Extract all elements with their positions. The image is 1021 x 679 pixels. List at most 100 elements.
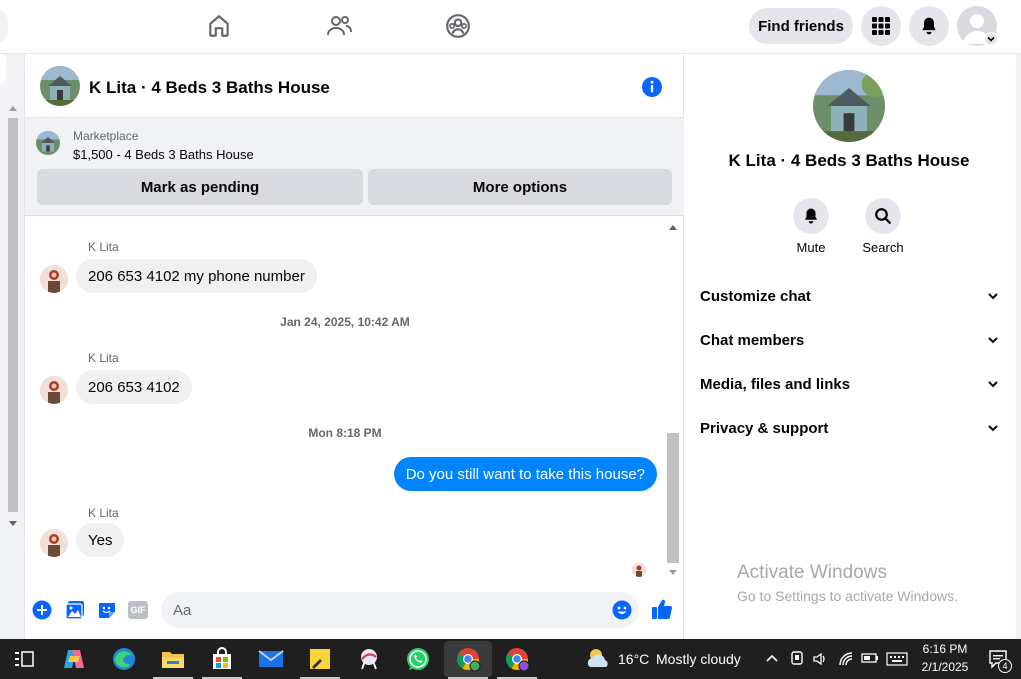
mark-as-pending-button[interactable]: Mark as pending bbox=[37, 169, 363, 205]
thumbs-up-icon bbox=[652, 599, 672, 619]
sent-message-bubble[interactable]: Do you still want to take this house? bbox=[393, 457, 657, 491]
grid-menu-icon bbox=[872, 17, 890, 35]
emoji-button[interactable] bbox=[612, 600, 632, 620]
partial-panel-edge bbox=[0, 54, 6, 84]
media-files-links-row[interactable]: Media, files and links bbox=[700, 372, 1000, 396]
groups-nav-button[interactable] bbox=[441, 10, 475, 42]
scroll-up-arrow-icon[interactable] bbox=[8, 104, 18, 112]
listing-title[interactable]: $1,500 - 4 Beds 3 Baths House bbox=[73, 147, 254, 162]
sticker-icon bbox=[99, 603, 115, 618]
message-input[interactable] bbox=[161, 592, 639, 628]
listing-thumbnail[interactable] bbox=[36, 131, 60, 155]
copilot-icon bbox=[64, 650, 84, 668]
message-bubble[interactable]: 206 653 4102 bbox=[76, 370, 192, 404]
person-avatar-icon bbox=[632, 563, 646, 577]
person-avatar-icon bbox=[40, 265, 68, 293]
file-explorer-button[interactable] bbox=[155, 643, 191, 675]
privacy-support-row[interactable]: Privacy & support bbox=[700, 416, 1000, 440]
keyboard-tray[interactable] bbox=[886, 652, 908, 666]
weather-temperature[interactable]: 16°C bbox=[618, 651, 649, 667]
menu-button[interactable] bbox=[861, 6, 901, 46]
network-tray[interactable] bbox=[838, 651, 854, 667]
like-button[interactable] bbox=[650, 597, 674, 621]
search-action[interactable]: Search bbox=[859, 198, 907, 255]
battery-tray[interactable] bbox=[861, 652, 879, 664]
chat-info-button[interactable] bbox=[641, 76, 663, 98]
account-dropdown[interactable] bbox=[984, 32, 998, 46]
whatsapp-icon bbox=[407, 648, 429, 670]
chrome-profile-button[interactable] bbox=[499, 643, 535, 675]
notification-count-badge: 4 bbox=[998, 659, 1012, 673]
section-label: Chat members bbox=[700, 331, 805, 349]
chat-details-panel: K Lita · 4 Beds 3 Baths House Mute Searc… bbox=[684, 54, 1021, 639]
weather-widget[interactable] bbox=[584, 645, 612, 671]
chat-header: K Lita · 4 Beds 3 Baths House bbox=[25, 54, 685, 118]
sender-avatar[interactable] bbox=[40, 529, 68, 557]
microsoft-store-button[interactable] bbox=[204, 643, 240, 675]
volume-tray[interactable] bbox=[812, 651, 828, 667]
mute-action[interactable]: Mute bbox=[787, 198, 835, 255]
chrome-window-button[interactable] bbox=[450, 643, 486, 675]
chrome-icon bbox=[457, 648, 481, 672]
snipping-tool-button[interactable] bbox=[351, 643, 387, 675]
more-actions-button[interactable] bbox=[32, 600, 52, 620]
plus-circle-icon bbox=[32, 600, 52, 620]
sender-avatar[interactable] bbox=[40, 265, 68, 293]
message-list: K Lita 206 653 4102 my phone number Jan … bbox=[25, 217, 685, 589]
section-label: Privacy & support bbox=[700, 419, 829, 437]
more-options-button[interactable]: More options bbox=[368, 169, 672, 205]
chat-scroll-up-icon[interactable] bbox=[668, 223, 678, 231]
customize-chat-row[interactable]: Customize chat bbox=[700, 284, 1000, 308]
edge-browser-button[interactable] bbox=[106, 643, 142, 675]
mail-icon bbox=[258, 650, 284, 667]
left-scroll-area bbox=[0, 54, 24, 639]
chat-members-row[interactable]: Chat members bbox=[700, 328, 1000, 352]
panel-edge bbox=[1016, 54, 1021, 639]
wifi-icon bbox=[839, 652, 853, 666]
chevron-down-icon bbox=[987, 36, 995, 42]
section-label: Customize chat bbox=[700, 287, 811, 305]
chat-title: K Lita · 4 Beds 3 Baths House bbox=[89, 78, 330, 97]
sticker-button[interactable] bbox=[97, 600, 117, 620]
message-bubble[interactable]: 206 653 4102 my phone number bbox=[76, 259, 317, 293]
listing-profile-photo[interactable] bbox=[813, 70, 885, 142]
clock-time[interactable]: 6:16 PM bbox=[916, 642, 974, 656]
read-receipt-avatar bbox=[632, 563, 646, 577]
store-icon bbox=[213, 647, 231, 669]
search-icon bbox=[875, 208, 891, 224]
listing-avatar[interactable] bbox=[40, 66, 80, 106]
message-composer: GIF bbox=[25, 589, 685, 639]
copilot-button[interactable] bbox=[56, 643, 92, 675]
whatsapp-button[interactable] bbox=[400, 643, 436, 675]
chevron-up-icon bbox=[766, 654, 778, 662]
left-scrollbar-thumb[interactable] bbox=[8, 118, 18, 512]
chat-scrollbar-thumb[interactable] bbox=[667, 433, 679, 563]
sticky-notes-button[interactable] bbox=[302, 643, 338, 675]
task-view-button[interactable] bbox=[6, 643, 42, 675]
meet-now-tray[interactable] bbox=[790, 650, 804, 666]
chat-scroll-down-icon[interactable] bbox=[668, 569, 678, 577]
gif-button[interactable]: GIF bbox=[128, 601, 148, 619]
chevron-down-icon bbox=[988, 337, 998, 344]
mail-button[interactable] bbox=[253, 643, 289, 675]
home-nav-button[interactable] bbox=[202, 10, 236, 42]
friends-nav-button[interactable] bbox=[322, 10, 356, 42]
show-hidden-icons-button[interactable] bbox=[765, 653, 779, 663]
snipping-tool-icon bbox=[361, 649, 377, 670]
notifications-button[interactable] bbox=[909, 6, 949, 46]
bell-icon bbox=[805, 208, 817, 224]
message-bubble[interactable]: Yes bbox=[76, 523, 125, 557]
find-friends-button[interactable]: Find friends bbox=[749, 8, 853, 44]
scroll-down-arrow-icon[interactable] bbox=[8, 520, 18, 528]
photo-icon bbox=[65, 601, 84, 620]
weather-description[interactable]: Mostly cloudy bbox=[656, 651, 741, 667]
message-timestamp: Mon 8:18 PM bbox=[308, 426, 382, 440]
search-button[interactable] bbox=[865, 198, 901, 234]
sender-avatar[interactable] bbox=[40, 376, 68, 404]
house-photo-icon bbox=[36, 131, 60, 155]
search-bar-edge[interactable] bbox=[0, 8, 8, 44]
clock-date[interactable]: 2/1/2025 bbox=[916, 660, 974, 674]
chevron-down-icon bbox=[988, 293, 998, 300]
mute-button[interactable] bbox=[793, 198, 829, 234]
attach-photo-button[interactable] bbox=[65, 600, 85, 620]
